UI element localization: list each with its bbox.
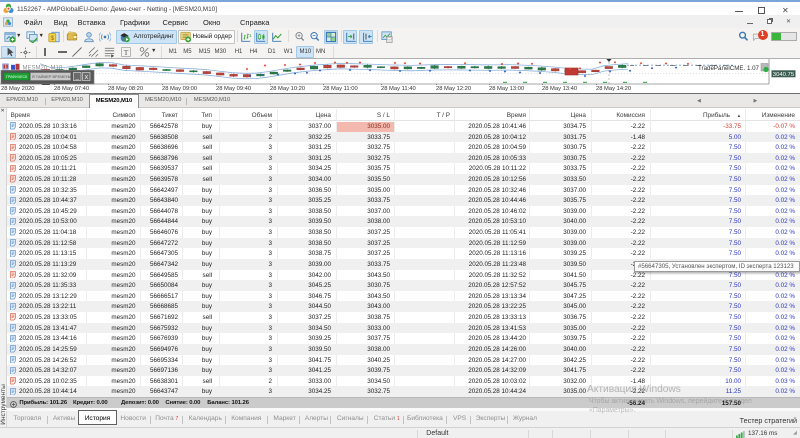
svg-text:Й ТАЙМЕР ВРЕМЕНИ: Й ТАЙМЕР ВРЕМЕНИ	[32, 75, 72, 79]
svg-text:TradePanelCME. 1.07: TradePanelCME. 1.07	[698, 65, 760, 72]
svg-text:ГРАФИЧЕСК: ГРАФИЧЕСК	[6, 75, 28, 79]
svg-text:T: T	[123, 47, 128, 56]
svg-text:3040.75: 3040.75	[773, 72, 795, 78]
svg-text:1: 1	[249, 33, 252, 38]
svg-text:X: X	[85, 75, 89, 81]
svg-text:$: $	[50, 35, 54, 42]
